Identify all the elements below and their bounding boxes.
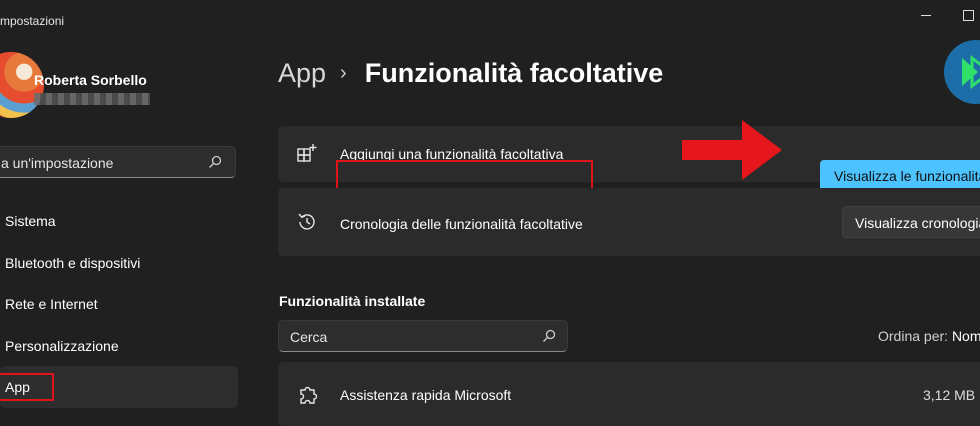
breadcrumb: App › Funzionalità facoltative: [278, 58, 663, 89]
installed-search-placeholder: Cerca: [290, 329, 328, 345]
page-title: Funzionalità facoltative: [364, 58, 664, 88]
sort-label: Ordina per:: [878, 328, 949, 344]
chevron-right-icon: ›: [340, 62, 347, 84]
sidebar-item-label: Rete e Internet: [5, 296, 98, 312]
add-apps-icon: [296, 143, 318, 170]
sidebar-nav: Sistema Bluetooth e dispositivi Rete e I…: [0, 200, 238, 408]
search-icon[interactable]: [541, 328, 557, 349]
minimize-icon[interactable]: [908, 0, 944, 30]
puzzle-icon: [297, 384, 319, 411]
sidebar-item-label: Personalizzazione: [5, 337, 119, 354]
sort-value[interactable]: Nom: [952, 328, 980, 344]
user-email-blurred: [34, 93, 150, 105]
feature-size: 3,12 MB: [923, 387, 976, 403]
sidebar-item-network[interactable]: Rete e Internet: [0, 283, 238, 325]
installed-features-title: Funzionalità installate: [279, 293, 426, 309]
annotation-arrow-icon: [682, 120, 782, 180]
sidebar-item-label: Sistema: [5, 213, 56, 229]
sidebar-item-label: Bluetooth e dispositivi: [5, 254, 141, 271]
site-logo-icon: [944, 40, 980, 104]
feature-name: Assistenza rapida Microsoft: [340, 387, 512, 403]
breadcrumb-parent[interactable]: App: [278, 58, 326, 88]
sidebar-item-sistema[interactable]: Sistema: [0, 200, 238, 242]
list-item[interactable]: Assistenza rapida Microsoft 3,12 MB: [278, 362, 980, 426]
annotation-highlight-app: [0, 373, 54, 401]
window-title: mpostazioni: [0, 14, 65, 28]
user-name: Roberta Sorbello: [34, 72, 147, 88]
feature-history-label: Cronologia delle funzionalità facoltativ…: [340, 216, 583, 232]
maximize-icon[interactable]: [950, 0, 980, 30]
sidebar-item-personalization[interactable]: Personalizzazione: [0, 325, 238, 367]
search-icon[interactable]: [207, 154, 223, 175]
view-history-button[interactable]: Visualizza cronologia: [842, 206, 980, 238]
sidebar-item-app[interactable]: App: [0, 366, 238, 408]
history-icon: [296, 211, 318, 238]
sort-control[interactable]: Ordina per: Nom: [878, 328, 980, 344]
settings-search-placeholder: a un'impostazione: [1, 155, 114, 171]
installed-search-input[interactable]: Cerca: [278, 320, 568, 352]
sidebar-item-bluetooth[interactable]: Bluetooth e dispositivi: [0, 242, 238, 284]
settings-search-input[interactable]: a un'impostazione: [0, 146, 236, 178]
